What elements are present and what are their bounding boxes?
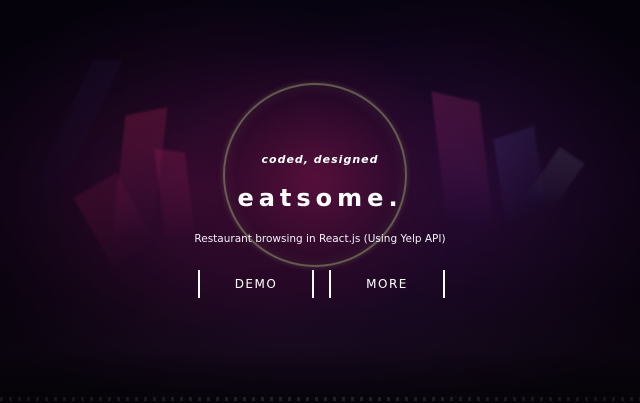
hero-content: coded, designed eatsome. Restaurant brow… [0, 0, 640, 403]
demo-button[interactable]: DEMO [198, 270, 314, 298]
hero-background: coded, designed eatsome. Restaurant brow… [0, 0, 640, 403]
hero-title: eatsome. [237, 184, 403, 212]
hero-tagline: coded, designed [261, 153, 379, 166]
hero-subtitle: Restaurant browsing in React.js (Using Y… [194, 233, 446, 245]
more-button[interactable]: MORE [329, 270, 445, 298]
